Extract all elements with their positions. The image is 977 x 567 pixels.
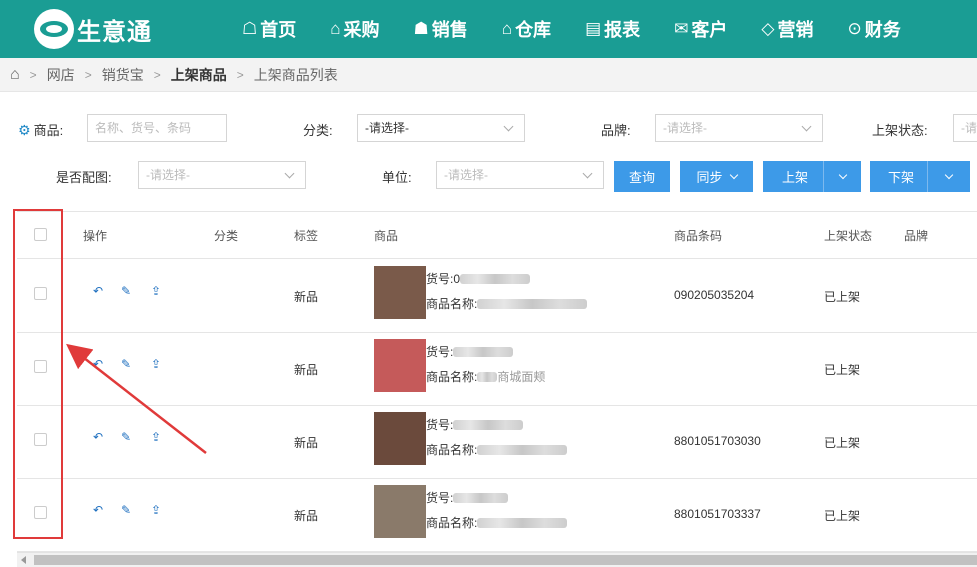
annotation-arrow: [66, 343, 207, 454]
